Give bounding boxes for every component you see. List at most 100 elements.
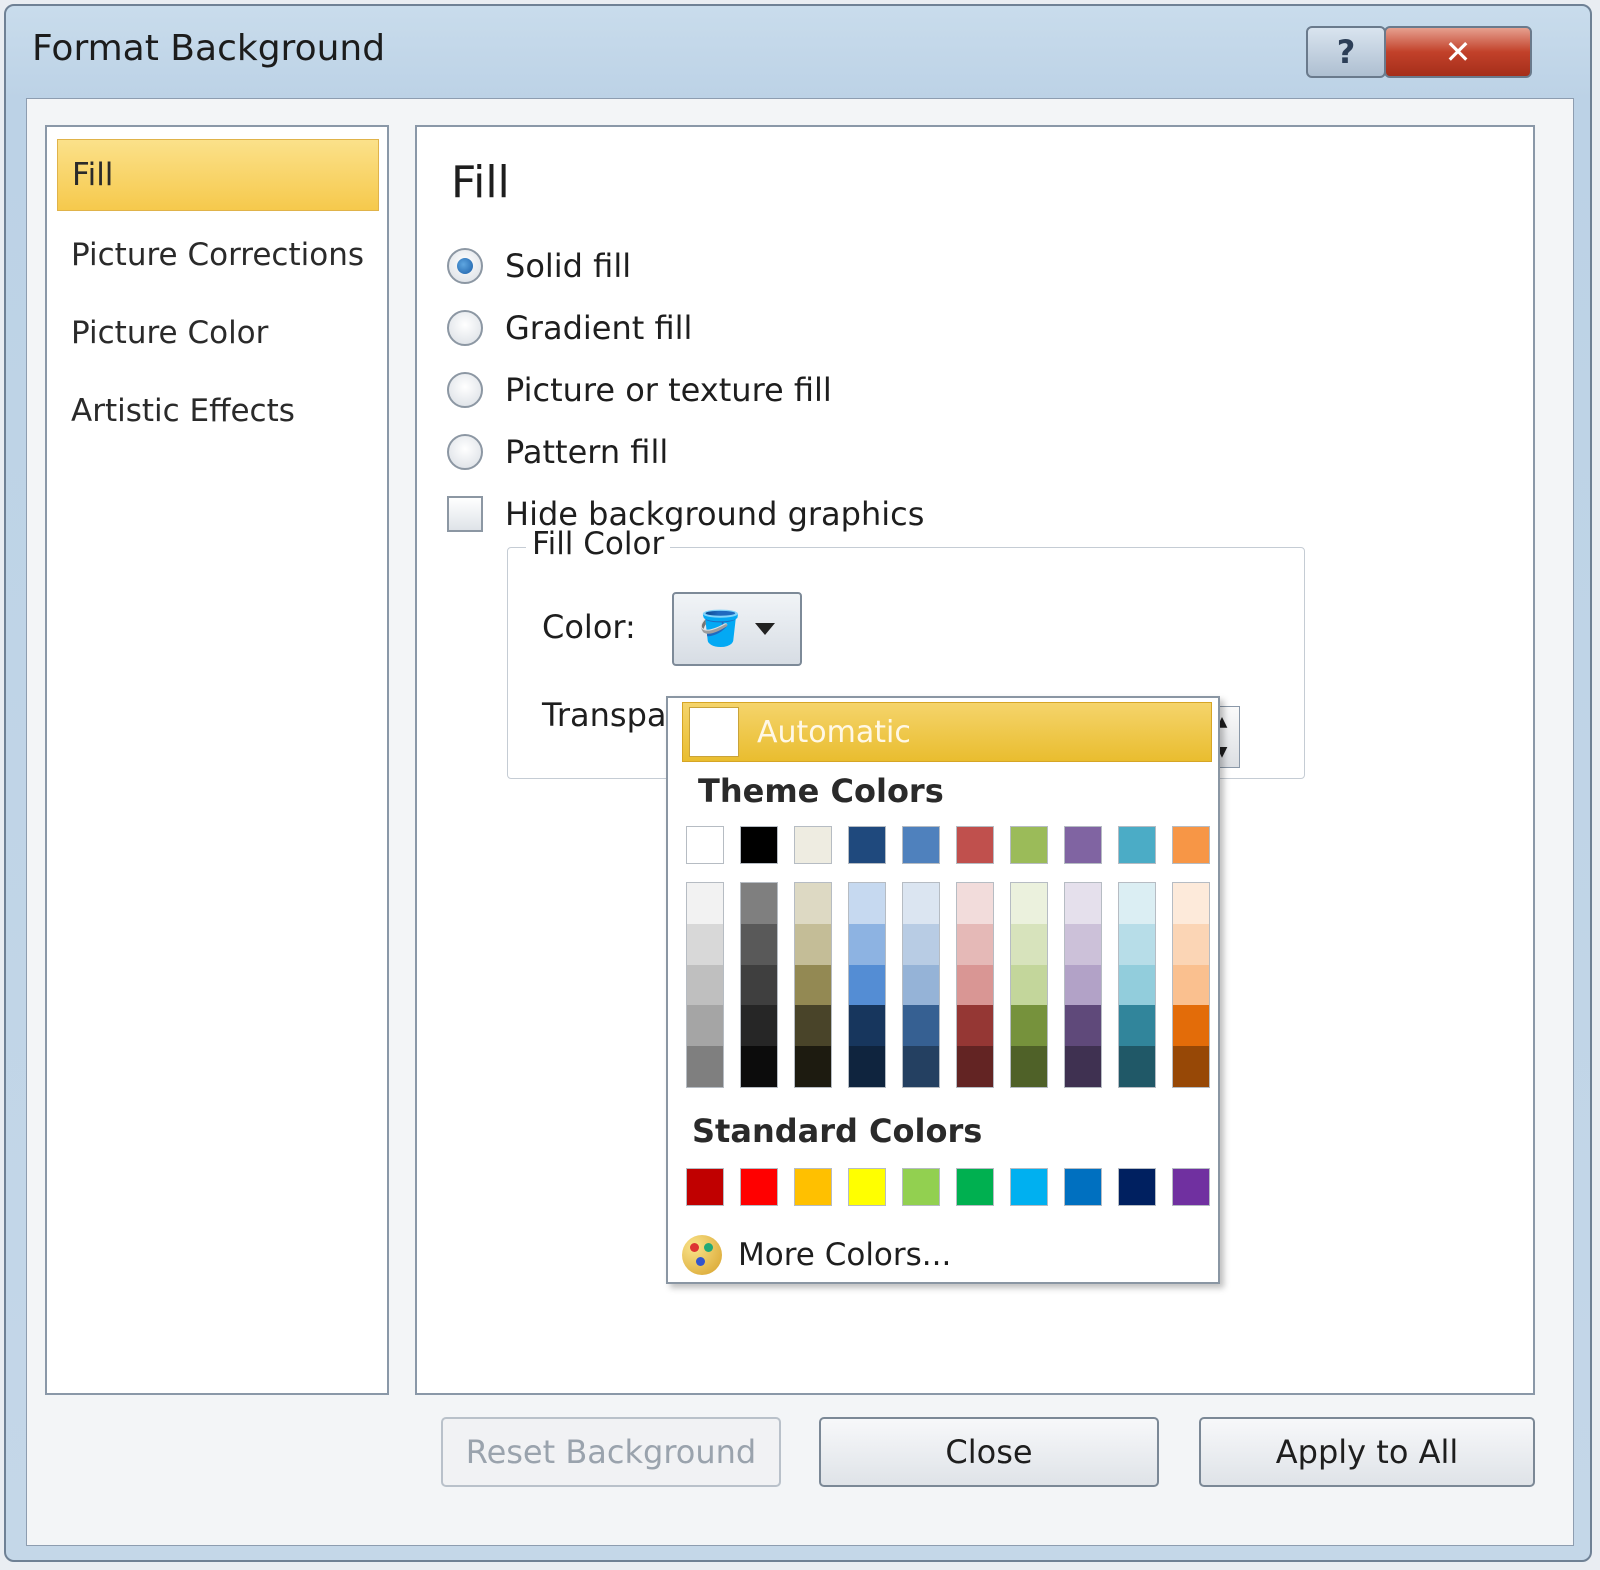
gradient-fill-option[interactable]: Gradient fill [447, 303, 692, 353]
theme-shade-swatch[interactable] [1119, 1005, 1155, 1047]
theme-shade-swatch[interactable] [849, 1005, 885, 1047]
theme-shade-swatch[interactable] [1173, 883, 1209, 924]
theme-shade-swatch[interactable] [1119, 883, 1155, 924]
theme-shade-swatch[interactable] [1119, 1046, 1155, 1087]
theme-shade-swatch[interactable] [687, 964, 723, 1006]
color-picker-button[interactable]: 🪣 [672, 592, 802, 666]
transparency-label: Transpa [542, 696, 667, 734]
theme-shade-swatch[interactable] [741, 964, 777, 1006]
close-button[interactable]: Close [819, 1417, 1159, 1487]
theme-shade-swatch[interactable] [903, 923, 939, 965]
standard-color-swatch[interactable] [1118, 1168, 1156, 1206]
pattern-fill-option[interactable]: Pattern fill [447, 427, 668, 477]
theme-shade-swatch[interactable] [1119, 964, 1155, 1006]
picture-fill-option[interactable]: Picture or texture fill [447, 365, 832, 415]
theme-color-swatch[interactable] [848, 826, 886, 864]
standard-color-swatch[interactable] [1064, 1168, 1102, 1206]
close-window-button[interactable]: ✕ [1384, 26, 1532, 78]
theme-shade-swatch[interactable] [903, 964, 939, 1006]
nav-item-picture-color[interactable]: Picture Color [57, 297, 379, 369]
gradient-fill-label: Gradient fill [505, 309, 693, 347]
theme-shade-swatch[interactable] [1173, 923, 1209, 965]
nav-item-picture-corrections[interactable]: Picture Corrections [57, 219, 379, 291]
theme-shade-swatch[interactable] [1119, 923, 1155, 965]
theme-color-swatch[interactable] [686, 826, 724, 864]
nav-item-artistic-effects[interactable]: Artistic Effects [57, 375, 379, 447]
theme-shade-swatch[interactable] [795, 964, 831, 1006]
pattern-fill-radio[interactable] [447, 434, 483, 470]
theme-shade-swatch[interactable] [1011, 923, 1047, 965]
theme-shade-swatch[interactable] [1065, 883, 1101, 924]
standard-color-swatch[interactable] [1172, 1168, 1210, 1206]
hide-graphics-checkbox[interactable] [447, 496, 483, 532]
theme-shade-swatch[interactable] [903, 883, 939, 924]
theme-shade-swatch[interactable] [1011, 1046, 1047, 1087]
theme-shade-swatch[interactable] [741, 1005, 777, 1047]
standard-color-swatch[interactable] [1010, 1168, 1048, 1206]
theme-color-swatch[interactable] [794, 826, 832, 864]
theme-shade-swatch[interactable] [1173, 1005, 1209, 1047]
theme-shade-swatch[interactable] [795, 923, 831, 965]
theme-shade-swatch[interactable] [687, 1046, 723, 1087]
theme-shade-swatch[interactable] [849, 1046, 885, 1087]
theme-shade-swatch[interactable] [795, 883, 831, 924]
theme-shade-swatch[interactable] [903, 1005, 939, 1047]
nav-item-fill[interactable]: Fill [57, 139, 379, 211]
theme-shade-swatch[interactable] [849, 923, 885, 965]
category-list: Fill Picture Corrections Picture Color A… [45, 125, 389, 1395]
theme-shade-swatch[interactable] [1065, 964, 1101, 1006]
standard-color-swatch[interactable] [686, 1168, 724, 1206]
theme-shade-swatch[interactable] [741, 1046, 777, 1087]
theme-shade-swatch[interactable] [1065, 1005, 1101, 1047]
theme-shade-swatch[interactable] [1011, 883, 1047, 924]
more-colors-option[interactable]: More Colors... [682, 1232, 951, 1278]
theme-shade-swatch[interactable] [1173, 964, 1209, 1006]
theme-shade-swatch[interactable] [849, 964, 885, 1006]
theme-shade-swatch[interactable] [957, 883, 993, 924]
theme-color-swatch[interactable] [1010, 826, 1048, 864]
theme-shade-swatch[interactable] [957, 1046, 993, 1087]
theme-color-swatch[interactable] [902, 826, 940, 864]
standard-color-swatch[interactable] [848, 1168, 886, 1206]
theme-shade-swatch[interactable] [849, 883, 885, 924]
theme-color-swatch[interactable] [1118, 826, 1156, 864]
palette-icon [682, 1235, 722, 1275]
help-button[interactable]: ? [1306, 26, 1386, 78]
theme-shade-swatch[interactable] [687, 923, 723, 965]
apply-to-all-button[interactable]: Apply to All [1199, 1417, 1535, 1487]
theme-shade-swatch[interactable] [1173, 1046, 1209, 1087]
solid-fill-radio[interactable] [447, 248, 483, 284]
theme-shade-swatch[interactable] [795, 1005, 831, 1047]
reset-background-button[interactable]: Reset Background [441, 1417, 781, 1487]
theme-shade-swatch[interactable] [1065, 1046, 1101, 1087]
automatic-color-option[interactable]: Automatic [682, 702, 1212, 762]
theme-shade-swatch[interactable] [687, 1005, 723, 1047]
theme-shade-swatch[interactable] [957, 923, 993, 965]
pattern-fill-label: Pattern fill [505, 433, 669, 471]
solid-fill-option[interactable]: Solid fill [447, 241, 631, 291]
standard-color-swatch[interactable] [956, 1168, 994, 1206]
theme-color-swatch[interactable] [956, 826, 994, 864]
theme-shade-swatch[interactable] [795, 1046, 831, 1087]
theme-color-swatch[interactable] [740, 826, 778, 864]
theme-shade-swatch[interactable] [957, 1005, 993, 1047]
theme-color-swatch[interactable] [1064, 826, 1102, 864]
theme-shade-swatch[interactable] [903, 1046, 939, 1087]
gradient-fill-radio[interactable] [447, 310, 483, 346]
theme-shade-swatch[interactable] [741, 883, 777, 924]
standard-color-swatch[interactable] [740, 1168, 778, 1206]
theme-shade-swatch[interactable] [1011, 964, 1047, 1006]
standard-color-swatch[interactable] [794, 1168, 832, 1206]
theme-shade-swatch[interactable] [1065, 923, 1101, 965]
hide-graphics-option[interactable]: Hide background graphics [447, 489, 924, 539]
standard-color-swatch[interactable] [902, 1168, 940, 1206]
chevron-down-icon [755, 623, 776, 635]
theme-color-swatch[interactable] [1172, 826, 1210, 864]
theme-shade-swatch[interactable] [741, 923, 777, 965]
theme-shade-column [956, 882, 994, 1088]
picture-fill-radio[interactable] [447, 372, 483, 408]
theme-shade-column [902, 882, 940, 1088]
theme-shade-swatch[interactable] [1011, 1005, 1047, 1047]
theme-shade-swatch[interactable] [957, 964, 993, 1006]
theme-shade-swatch[interactable] [687, 883, 723, 924]
